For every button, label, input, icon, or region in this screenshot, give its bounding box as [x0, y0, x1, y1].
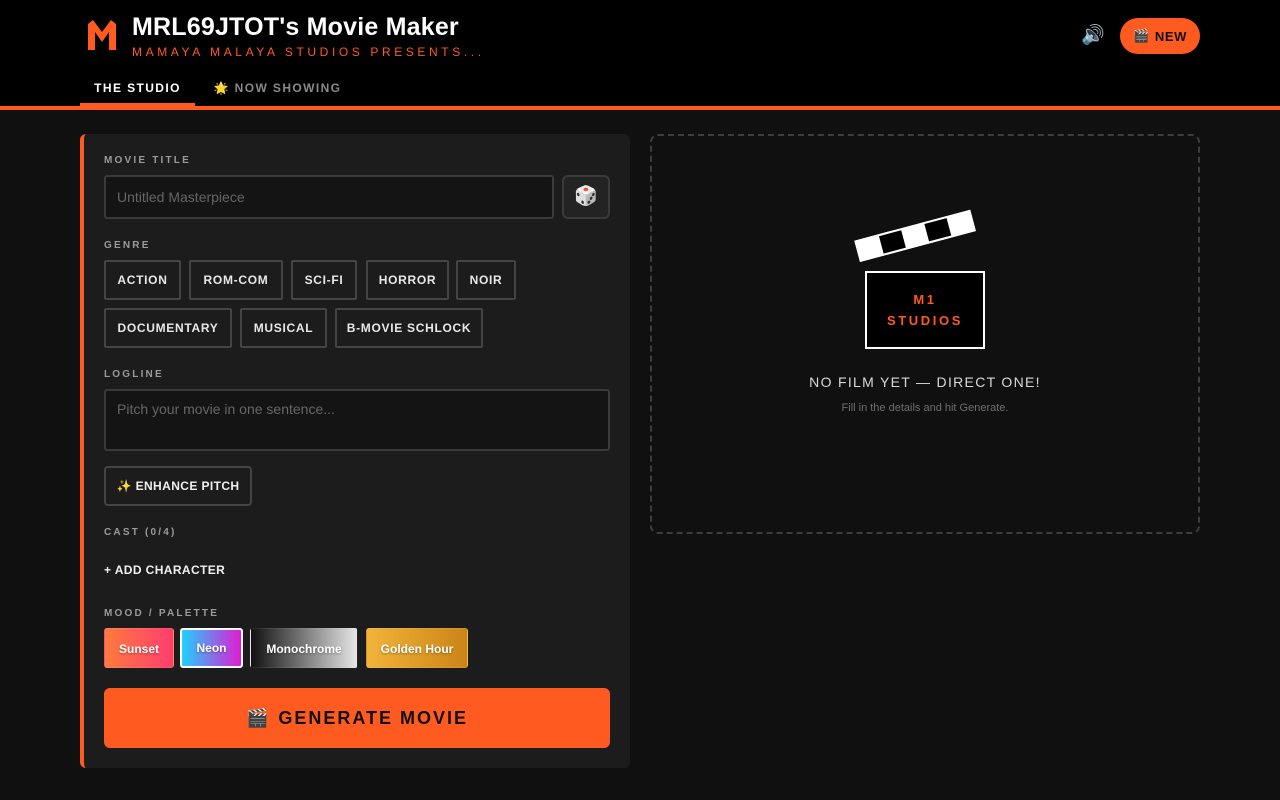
cast-label: CAST (0/4) — [104, 527, 177, 538]
genre-chip-horror[interactable]: HORROR — [366, 260, 449, 300]
app-header: MRL69JTOT's Movie Maker MAMAYA MALAYA ST… — [0, 0, 1280, 110]
dice-icon[interactable]: 🎲 — [562, 175, 610, 219]
genre-chip-documentary[interactable]: DOCUMENTARY — [104, 308, 232, 348]
genre-chip-sci-fi[interactable]: SCI-FI — [291, 260, 357, 300]
sound-icon[interactable]: 🔊 — [1078, 22, 1108, 50]
film-preview-panel: M1 STUDIOS NO FILM YET — DIRECT ONE! Fil… — [650, 134, 1200, 534]
clapperboard-icon: 🎬 — [1133, 28, 1150, 43]
logline-input[interactable] — [104, 389, 610, 451]
tab-the-studio[interactable]: THE STUDIO — [80, 70, 195, 106]
clapper-stick — [854, 209, 976, 262]
empty-state-title: NO FILM YET — DIRECT ONE! — [809, 374, 1041, 390]
app-subtitle: MAMAYA MALAYA STUDIOS PRESENTS... — [132, 45, 485, 59]
studio-logo-line-2: STUDIOS — [887, 313, 963, 328]
genre-chip-action[interactable]: ACTION — [104, 260, 181, 300]
genre-chip-rom-com[interactable]: ROM-COM — [189, 260, 283, 300]
generate-movie-button[interactable]: 🎬 GENERATE MOVIE — [104, 688, 610, 748]
palette-monochrome[interactable]: Monochrome — [250, 628, 358, 668]
logline-label: LOGLINE — [104, 369, 164, 380]
movie-title-input[interactable] — [104, 175, 554, 219]
palette-golden-hour[interactable]: Golden Hour — [366, 628, 468, 668]
movie-title-label: MOVIE TITLE — [104, 155, 191, 166]
m-logo-icon — [88, 20, 116, 50]
studio-form-panel: MOVIE TITLE 🎲 GENRE ACTION ROM-COM SCI-F… — [80, 134, 630, 768]
palette-neon[interactable]: Neon — [180, 628, 243, 668]
clapperboard-icon: 🎬 — [245, 707, 271, 728]
mood-palette-label: MOOD / PALETTE — [104, 608, 220, 619]
empty-state-subtitle: Fill in the details and hit Generate. — [841, 402, 1009, 414]
new-button[interactable]: 🎬 NEW — [1120, 18, 1200, 54]
tab-now-showing[interactable]: 🌟 NOW SHOWING — [205, 70, 350, 106]
add-character-button[interactable]: + ADD CHARACTER — [104, 563, 225, 577]
enhance-pitch-button[interactable]: ✨ ENHANCE PITCH — [104, 466, 252, 506]
app-title: MRL69JTOT's Movie Maker — [132, 13, 459, 41]
genre-chip-musical[interactable]: MUSICAL — [240, 308, 327, 348]
clapper-slate: M1 STUDIOS — [865, 271, 985, 349]
new-button-label: NEW — [1154, 28, 1187, 44]
clapperboard-icon: M1 STUDIOS — [854, 209, 998, 356]
genre-chip-b-movie-schlock[interactable]: B-MOVIE SCHLOCK — [335, 308, 483, 348]
generate-movie-label: GENERATE MOVIE — [278, 707, 469, 728]
studio-logo-line-1: M1 — [913, 292, 937, 307]
palette-sunset[interactable]: Sunset — [104, 628, 174, 668]
genre-label: GENRE — [104, 240, 151, 251]
genre-chip-noir[interactable]: NOIR — [456, 260, 516, 300]
